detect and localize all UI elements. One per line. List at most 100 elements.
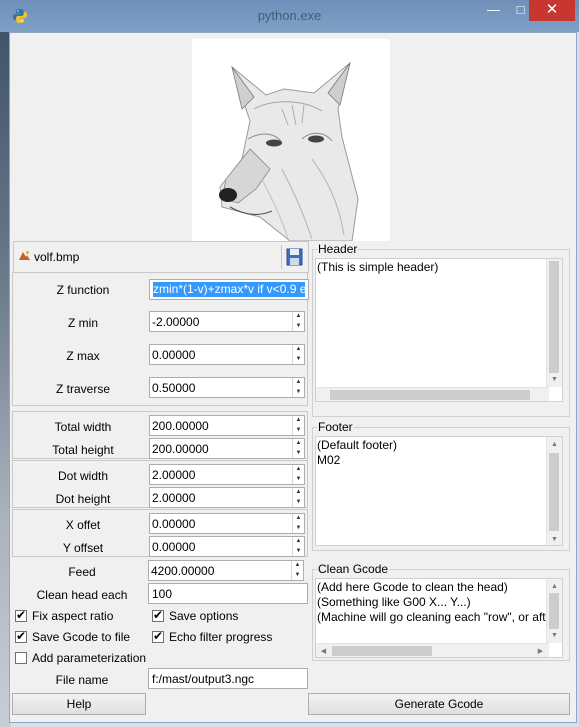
z-min-label: Z min	[68, 316, 98, 330]
spin-down-icon[interactable]: ▼	[292, 571, 303, 580]
spin-down-icon[interactable]: ▼	[293, 355, 304, 364]
fix-aspect-ratio-label[interactable]: Fix aspect ratio	[32, 609, 113, 623]
y-offset-spinbox[interactable]: ▲ ▼	[149, 536, 305, 557]
echo-filter-progress-checkbox[interactable]: ✔	[152, 629, 164, 643]
spin-up-icon[interactable]: ▲	[293, 537, 304, 546]
y-offset-arrows[interactable]: ▲ ▼	[292, 537, 304, 556]
spin-up-icon[interactable]: ▲	[293, 378, 304, 387]
file-name-field[interactable]	[148, 668, 308, 689]
save-options-label[interactable]: Save options	[169, 609, 238, 623]
close-button[interactable]: ✕	[529, 0, 575, 21]
scroll-down-icon[interactable]: ▼	[547, 628, 562, 643]
add-parameterization-checkbox[interactable]	[15, 652, 27, 664]
z-function-field[interactable]: zmin*(1-v)+zmax*v if v<0.9 else ztravers…	[149, 279, 309, 300]
spin-up-icon[interactable]: ▲	[293, 514, 304, 523]
clean-gcode-textarea[interactable]: (Add here Gcode to clean the head) (Some…	[315, 578, 563, 658]
z-max-label: Z max	[66, 349, 100, 363]
clean-head-each-input[interactable]	[152, 586, 302, 601]
feed-input[interactable]	[151, 563, 289, 578]
y-offset-input[interactable]	[152, 539, 290, 554]
spin-down-icon[interactable]: ▼	[293, 547, 304, 556]
title-bar[interactable]: python.exe — □ ✕	[0, 0, 579, 32]
add-parameterization-label[interactable]: Add parameterization	[32, 651, 146, 665]
spin-down-icon[interactable]: ▼	[293, 475, 304, 484]
total-height-arrows[interactable]: ▲ ▼	[292, 439, 304, 458]
clean-gcode-horizontal-scrollbar[interactable]: ◀ ▶	[316, 643, 549, 657]
scroll-thumb[interactable]	[549, 261, 559, 373]
footer-vertical-scrollbar[interactable]: ▲ ▼	[546, 437, 562, 545]
z-traverse-spinbox[interactable]: ▲ ▼	[149, 377, 305, 398]
dot-height-arrows[interactable]: ▲ ▼	[292, 488, 304, 507]
footer-group: Footer (Default footer) M02 ▲ ▼	[312, 420, 570, 551]
dot-width-spinbox[interactable]: ▲ ▼	[149, 464, 305, 485]
check-mark-icon: ✔	[16, 608, 27, 622]
z-max-input[interactable]	[152, 347, 290, 362]
clean-gcode-vertical-scrollbar[interactable]: ▲ ▼	[546, 579, 562, 643]
clean-gcode-group: Clean Gcode (Add here Gcode to clean the…	[312, 562, 570, 661]
scroll-thumb[interactable]	[330, 390, 530, 400]
save-gcode-to-file-checkbox[interactable]: ✔	[15, 629, 27, 643]
footer-text: (Default footer) M02	[317, 438, 398, 467]
scroll-up-icon[interactable]: ▲	[547, 579, 562, 594]
total-width-arrows[interactable]: ▲ ▼	[292, 416, 304, 435]
dot-width-input[interactable]	[152, 467, 290, 482]
total-height-spinbox[interactable]: ▲ ▼	[149, 438, 305, 459]
z-min-input[interactable]	[152, 314, 290, 329]
spin-up-icon[interactable]: ▲	[293, 345, 304, 354]
save-icon[interactable]	[281, 245, 306, 269]
fix-aspect-ratio-checkbox[interactable]: ✔	[15, 608, 27, 622]
echo-filter-progress-label[interactable]: Echo filter progress	[169, 630, 272, 644]
spin-down-icon[interactable]: ▼	[293, 449, 304, 458]
feed-spinbox[interactable]: ▲ ▼	[148, 560, 304, 581]
spin-up-icon[interactable]: ▲	[293, 488, 304, 497]
save-gcode-to-file-label[interactable]: Save Gcode to file	[32, 630, 130, 644]
scroll-thumb[interactable]	[332, 646, 432, 656]
z-max-arrows[interactable]: ▲ ▼	[292, 345, 304, 364]
generate-gcode-button[interactable]: Generate Gcode	[308, 693, 570, 715]
spin-down-icon[interactable]: ▼	[293, 524, 304, 533]
spin-down-icon[interactable]: ▼	[293, 322, 304, 331]
spin-up-icon[interactable]: ▲	[293, 465, 304, 474]
x-offset-input[interactable]	[152, 516, 290, 531]
header-horizontal-scrollbar[interactable]	[316, 387, 549, 401]
help-button[interactable]: Help	[12, 693, 146, 715]
total-width-spinbox[interactable]: ▲ ▼	[149, 415, 305, 436]
header-group: Header (This is simple header) ▼	[312, 242, 570, 417]
scroll-up-icon[interactable]: ▲	[547, 437, 562, 452]
header-textarea[interactable]: (This is simple header) ▼	[315, 258, 563, 402]
x-offset-spinbox[interactable]: ▲ ▼	[149, 513, 305, 534]
scroll-down-icon[interactable]: ▼	[547, 532, 562, 545]
z-traverse-arrows[interactable]: ▲ ▼	[292, 378, 304, 397]
z-traverse-input[interactable]	[152, 380, 290, 395]
scroll-right-icon[interactable]: ▶	[533, 644, 548, 657]
scroll-thumb[interactable]	[549, 453, 559, 531]
z-min-arrows[interactable]: ▲ ▼	[292, 312, 304, 331]
spin-down-icon[interactable]: ▼	[293, 426, 304, 435]
feed-arrows[interactable]: ▲ ▼	[291, 561, 303, 580]
spin-up-icon[interactable]: ▲	[293, 439, 304, 448]
spin-down-icon[interactable]: ▼	[293, 388, 304, 397]
main-window: volf.bmp Z function zmin*(1-v)+zmax*v if…	[9, 32, 577, 723]
spin-up-icon[interactable]: ▲	[293, 416, 304, 425]
z-max-spinbox[interactable]: ▲ ▼	[149, 344, 305, 365]
dot-width-arrows[interactable]: ▲ ▼	[292, 465, 304, 484]
clean-head-each-field[interactable]	[148, 583, 308, 604]
save-options-checkbox[interactable]: ✔	[152, 608, 164, 622]
dot-height-input[interactable]	[152, 490, 290, 505]
spin-up-icon[interactable]: ▲	[293, 312, 304, 321]
z-min-spinbox[interactable]: ▲ ▼	[149, 311, 305, 332]
scroll-down-icon[interactable]: ▼	[547, 372, 562, 387]
spin-up-icon[interactable]: ▲	[292, 561, 303, 570]
scroll-thumb[interactable]	[549, 593, 559, 629]
total-width-input[interactable]	[152, 418, 290, 433]
total-height-input[interactable]	[152, 441, 290, 456]
image-file-row[interactable]: volf.bmp	[13, 241, 309, 273]
footer-textarea[interactable]: (Default footer) M02 ▲ ▼	[315, 436, 563, 546]
minimize-button[interactable]: —	[479, 0, 508, 21]
x-offset-arrows[interactable]: ▲ ▼	[292, 514, 304, 533]
spin-down-icon[interactable]: ▼	[293, 498, 304, 507]
file-name-input[interactable]	[152, 671, 302, 686]
header-vertical-scrollbar[interactable]: ▼	[546, 259, 562, 387]
scroll-left-icon[interactable]: ◀	[316, 644, 331, 657]
dot-height-spinbox[interactable]: ▲ ▼	[149, 487, 305, 508]
